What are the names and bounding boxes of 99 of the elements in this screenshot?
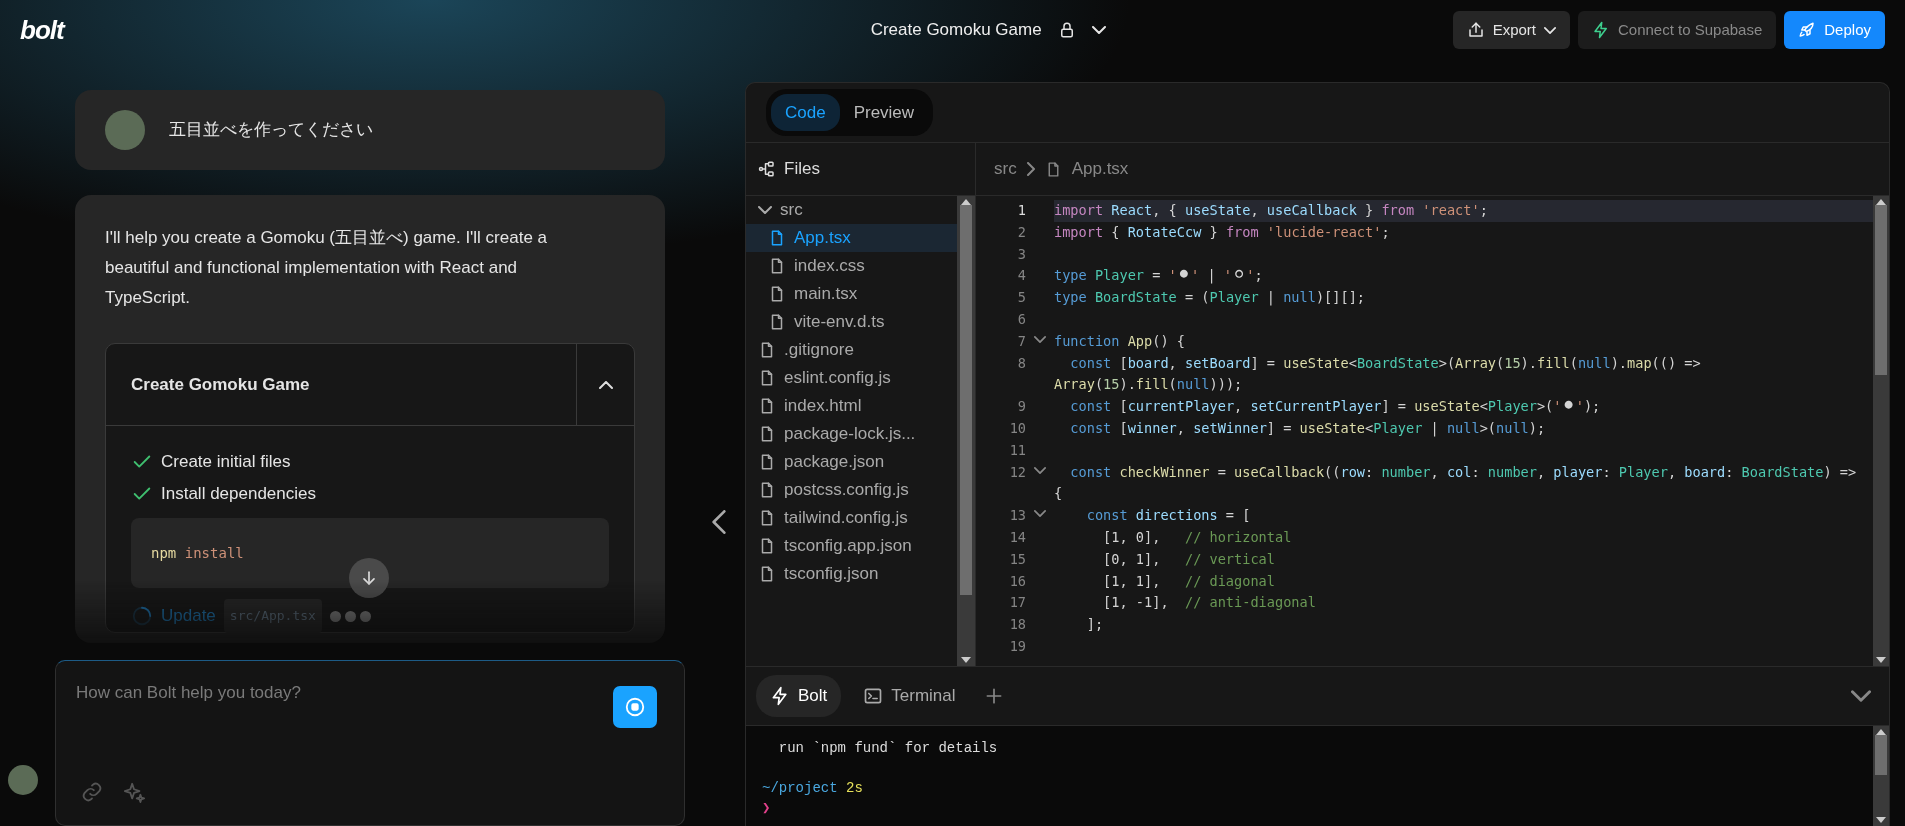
chevron-left-icon[interactable] xyxy=(712,510,726,534)
loading-dots xyxy=(329,610,371,622)
line-number: 19 xyxy=(1008,636,1026,656)
panel-tab[interactable]: Terminal xyxy=(849,675,970,717)
scrollbar[interactable] xyxy=(957,196,975,666)
scrollbar[interactable] xyxy=(1873,196,1889,666)
spinner-icon xyxy=(131,605,153,627)
line-number: 4 xyxy=(1016,266,1026,286)
breadcrumb-item[interactable]: src xyxy=(994,156,1017,182)
fold-chevron-icon[interactable] xyxy=(1034,466,1046,474)
code-line: [0, 1], // vertical xyxy=(1102,549,1276,569)
caret-icon xyxy=(1544,26,1556,34)
code-line: const [board, setBoard] = useState<BoardState>(Array(15).fill(null).map(() => Array(15).fill(null))); xyxy=(1054,353,1702,395)
avatar[interactable] xyxy=(8,765,38,795)
sparkle-icon[interactable] xyxy=(123,781,145,803)
message-text: 五目並べを作ってください xyxy=(169,119,373,142)
code-line: type Player = '⚫' | '⚪'; xyxy=(1054,265,1264,287)
message-text: I'll help you create a Gomoku (五目並べ) game. I'll create a beautiful and functional implementation with React and TypeScript. xyxy=(105,227,549,309)
line-number: 11 xyxy=(1008,440,1026,460)
message-input[interactable]: How can Bolt help you today? xyxy=(74,679,594,707)
line-number: 1 xyxy=(1016,201,1026,220)
terminal-icon xyxy=(863,686,884,706)
line-number: 13 xyxy=(1008,506,1026,526)
lightning-icon xyxy=(770,686,790,706)
scrollbar[interactable] xyxy=(1873,726,1889,826)
file-item[interactable]: .gitignore xyxy=(746,336,957,364)
code-line: const directions = [ xyxy=(1085,506,1252,526)
step-label: Update xyxy=(161,605,216,627)
line-number: 12 xyxy=(1008,462,1026,482)
line-number: 17 xyxy=(1008,593,1026,613)
code-line: ]; xyxy=(1085,615,1105,635)
lightning-icon xyxy=(1592,21,1610,39)
line-number: 15 xyxy=(1008,549,1026,569)
stop-button[interactable] xyxy=(613,686,657,728)
link-icon[interactable] xyxy=(81,781,103,803)
code-line: [1, 0], // horizontal xyxy=(1102,527,1293,547)
project-title: Create Gomoku Game xyxy=(870,19,1042,42)
line-number: 18 xyxy=(1008,615,1026,635)
deploy-button[interactable]: Deploy xyxy=(1784,11,1885,49)
line-number: 14 xyxy=(1008,527,1026,547)
line-number: 16 xyxy=(1008,571,1026,591)
file-item[interactable]: index.html xyxy=(746,392,957,420)
line-number: 7 xyxy=(1016,331,1026,351)
panel-tab[interactable]: Bolt xyxy=(756,675,842,717)
view-tab[interactable]: Code xyxy=(771,93,840,132)
line-number: 10 xyxy=(1008,418,1026,438)
share-icon xyxy=(1466,21,1485,39)
breadcrumb-item[interactable]: App.tsx xyxy=(1071,156,1129,182)
file-item[interactable]: vite-env.d.ts xyxy=(746,308,957,336)
fold-chevron-icon[interactable] xyxy=(1034,335,1046,343)
avatar xyxy=(105,110,145,150)
export-button[interactable]: Export xyxy=(1452,11,1570,49)
logo[interactable]: bolt xyxy=(20,10,64,50)
file-item[interactable]: tsconfig.app.json xyxy=(746,532,957,560)
line-number: 8 xyxy=(1016,353,1026,373)
code-line: const [currentPlayer, setCurrentPlayer] = useState<Player>('⚫'); xyxy=(1069,396,1602,418)
code-line: import { RotateCcw } from 'lucide-react'; xyxy=(1054,222,1391,242)
code-line: [1, -1], // anti-diagonal xyxy=(1102,593,1317,613)
file-item[interactable]: tailwind.config.js xyxy=(746,504,957,532)
view-tab[interactable]: Preview xyxy=(839,93,929,132)
chevron-down-icon xyxy=(758,206,772,214)
folder-item[interactable]: src xyxy=(746,196,957,224)
line-number: 5 xyxy=(1016,288,1026,308)
scroll-down-icon[interactable] xyxy=(1876,657,1886,663)
file-item[interactable]: main.tsx xyxy=(746,280,957,308)
stop-icon xyxy=(624,696,646,718)
chevron-up-icon xyxy=(598,380,613,389)
artifact-title: Create Gomoku Game xyxy=(130,373,311,396)
terminal-line: ~/project 2s xyxy=(762,779,863,798)
step-label: Create initial files xyxy=(161,451,291,473)
file-item[interactable]: index.css xyxy=(746,252,957,280)
line-number: 9 xyxy=(1016,397,1026,417)
files-title: Files xyxy=(784,158,820,181)
scroll-down-button[interactable] xyxy=(349,558,389,598)
file-tree-icon xyxy=(758,160,776,178)
file-item[interactable]: package.json xyxy=(746,448,957,476)
command-text: npm install xyxy=(151,545,244,561)
line-number: 6 xyxy=(1016,310,1026,329)
fold-chevron-icon[interactable] xyxy=(1034,510,1046,518)
code-line: function App() { xyxy=(1054,331,1186,351)
rocket-icon xyxy=(1798,21,1817,39)
code-line: type BoardState = (Player | null)[][]; xyxy=(1054,288,1367,308)
file-item[interactable]: eslint.config.js xyxy=(746,364,957,392)
code-line: const [winner, setWinner] = useState<Player | null>(null); xyxy=(1069,418,1547,439)
step-label: Install dependencies xyxy=(161,483,316,505)
file-item[interactable]: package-lock.js... xyxy=(746,420,957,448)
code-line: [1, 1], // diagonal xyxy=(1102,571,1276,591)
scroll-down-icon[interactable] xyxy=(961,657,971,663)
code-line: const checkWinner = useCallback((row: number, col: number, player: Player, board: BoardState) => { xyxy=(1054,462,1858,504)
scroll-down-icon[interactable] xyxy=(1876,817,1886,823)
prompt-symbol: ❯ xyxy=(762,799,772,818)
file-item[interactable]: tsconfig.json xyxy=(746,560,957,588)
terminal-line: run `npm fund` for details xyxy=(777,739,999,758)
file-item[interactable]: postcss.config.js xyxy=(746,476,957,504)
chevron-right-icon xyxy=(1026,162,1035,176)
line-number: 2 xyxy=(1016,222,1026,242)
line-number: 3 xyxy=(1016,244,1026,264)
file-item[interactable]: App.tsx xyxy=(746,224,957,252)
chevron-down-icon[interactable] xyxy=(1091,26,1106,34)
